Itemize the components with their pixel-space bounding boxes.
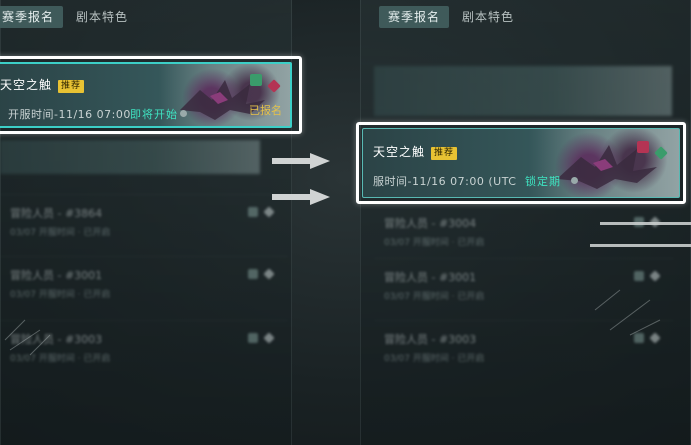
list-item[interactable]: 冒险人员 - #3864 03/07 开服时间 · 已开启: [0, 194, 288, 246]
arrow-right-icon: [272, 153, 330, 169]
list-item[interactable]: 冒险人员 - #3004 03/07 开服时间 · 已开启: [374, 204, 674, 256]
tab-features[interactable]: 剧本特色: [453, 6, 523, 28]
row-flag-icons: [248, 269, 274, 283]
left-faded-card: [0, 140, 260, 174]
row-flag-icons: [248, 333, 274, 347]
guide-line: [590, 244, 691, 247]
row-flag-icons: [248, 207, 274, 221]
row-sub: 03/07 开服时间 · 已开启: [10, 228, 111, 238]
tab-registration[interactable]: 赛季报名: [379, 6, 450, 28]
row-title: 冒险人员 - #3864: [10, 207, 103, 220]
row-sub: 03/07 开服时间 · 已开启: [384, 354, 485, 364]
comparison-stage: 赛季报名 剧本特色 天空之触 推荐 开服时间-11/16 07:00 即将开始 已…: [0, 0, 691, 445]
tab-features[interactable]: 剧本特色: [67, 6, 137, 28]
row-title: 冒险人员 - #3001: [10, 269, 103, 282]
row-sub: 03/07 开服时间 · 已开启: [10, 290, 111, 300]
guide-line: [600, 222, 691, 225]
left-highlight-frame: [0, 56, 302, 134]
right-tab-bar: 赛季报名 剧本特色: [379, 6, 523, 28]
tab-registration[interactable]: 赛季报名: [0, 6, 64, 28]
scratch-decoration: [594, 289, 661, 336]
arrow-right-icon: [272, 189, 330, 205]
right-faded-card: [374, 66, 672, 116]
row-title: 冒险人员 - #3001: [384, 271, 477, 284]
row-title: 冒险人员 - #3003: [384, 333, 477, 346]
row-sub: 03/07 开服时间 · 已开启: [384, 292, 485, 302]
row-sub: 03/07 开服时间 · 已开启: [384, 238, 485, 248]
left-tab-bar: 赛季报名 剧本特色: [0, 6, 137, 28]
row-title: 冒险人员 - #3004: [384, 217, 477, 230]
scratch-decoration: [4, 319, 51, 356]
right-highlight-frame: [356, 122, 686, 204]
